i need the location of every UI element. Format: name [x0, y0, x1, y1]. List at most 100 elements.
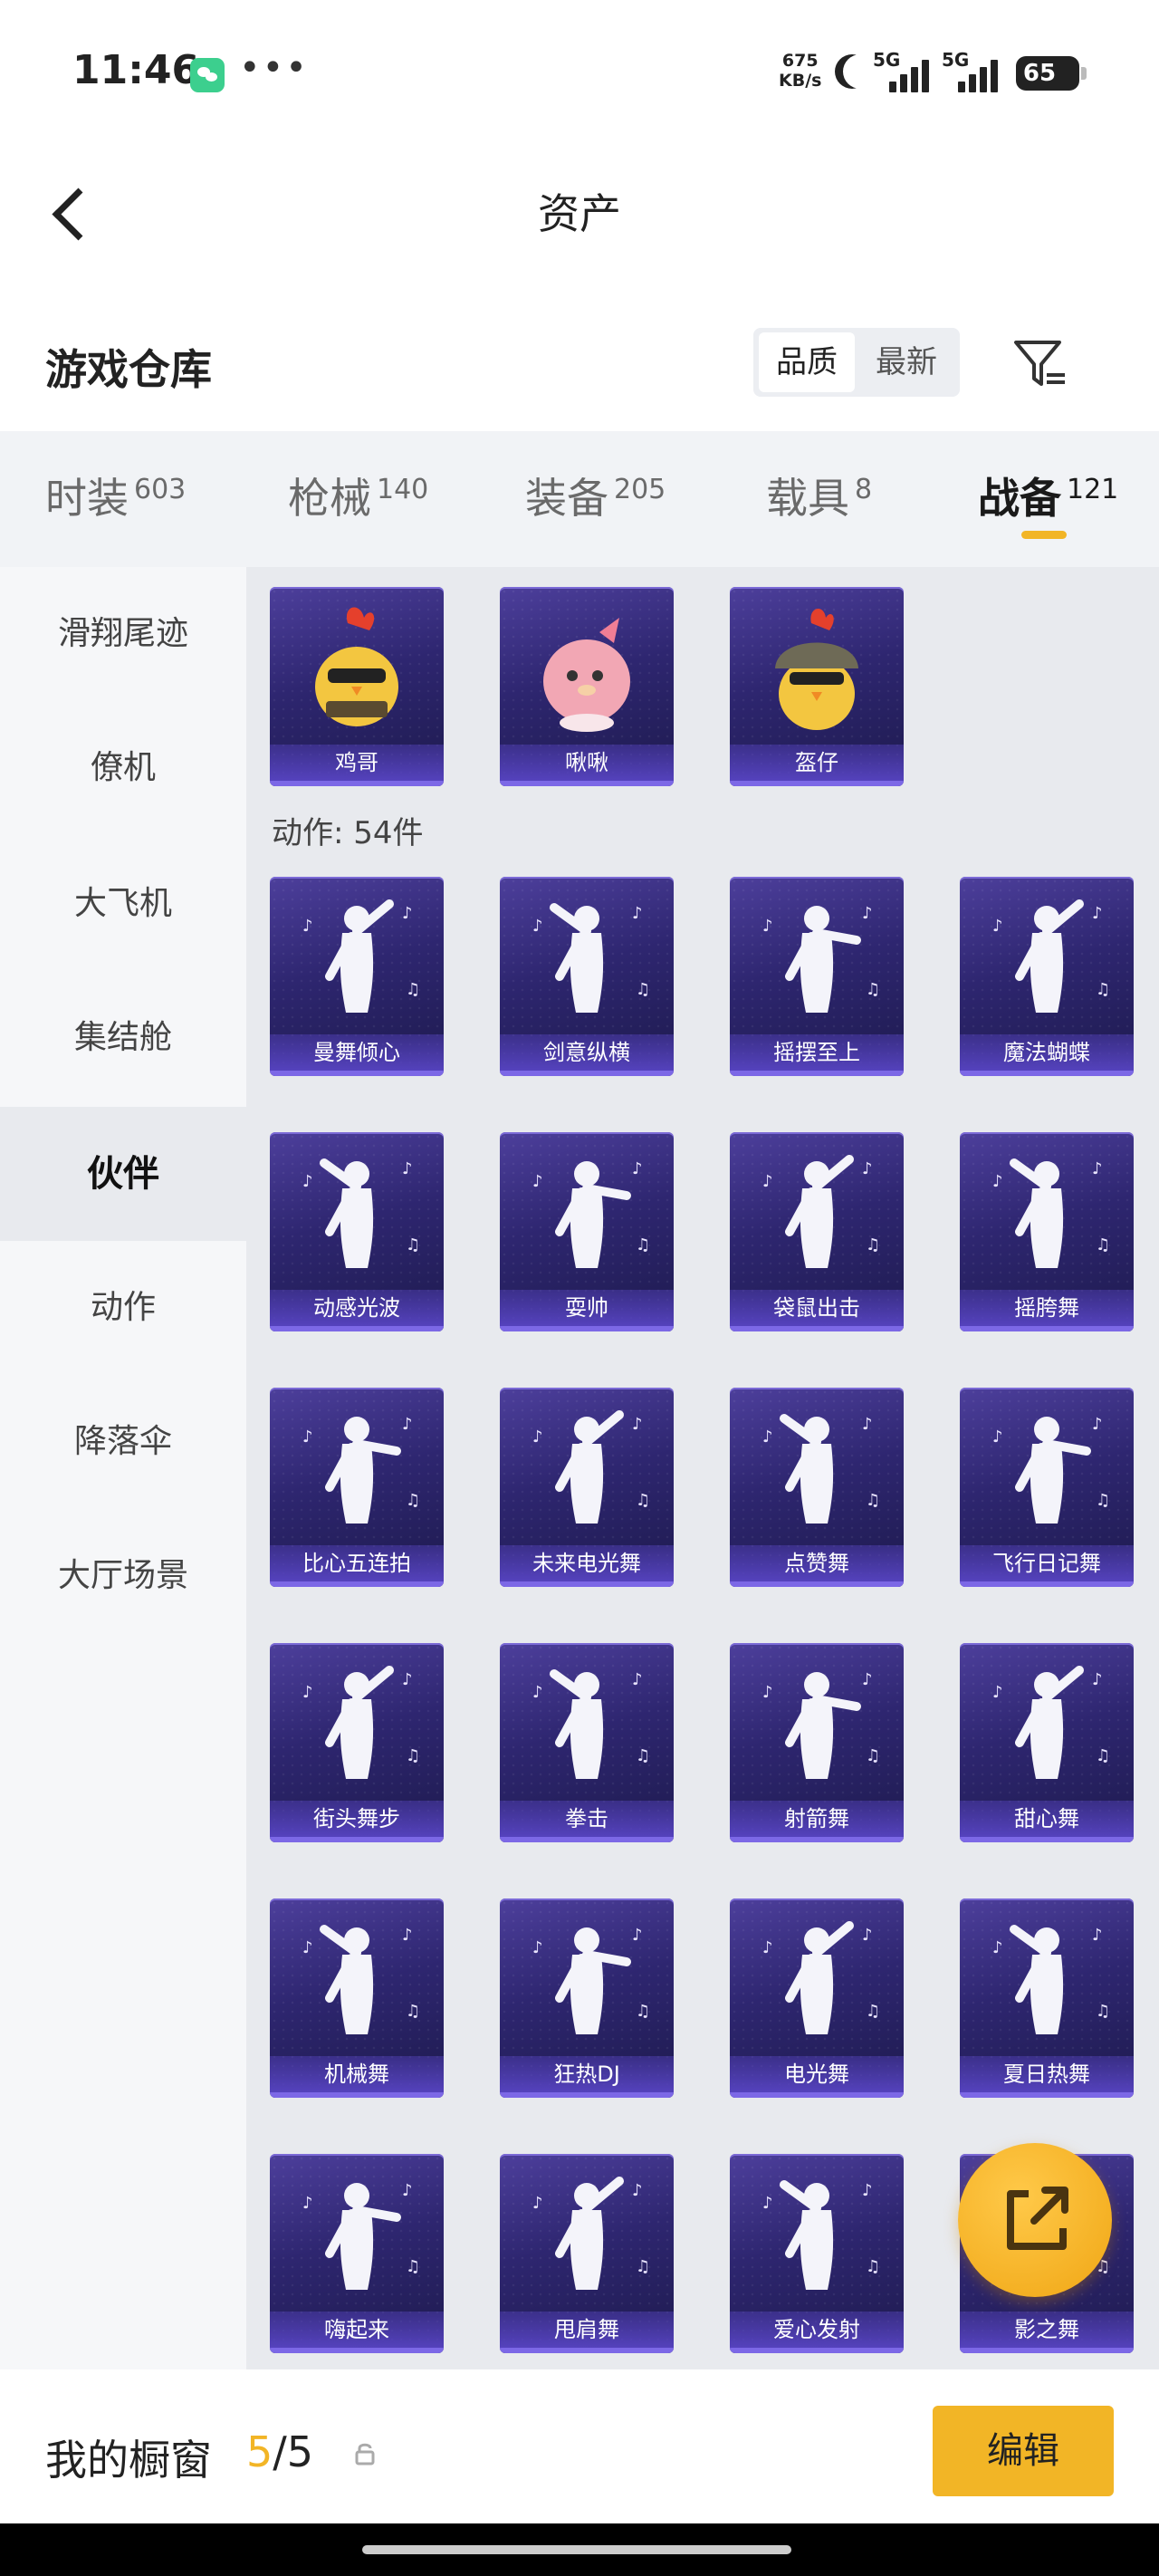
lock-icon	[353, 2442, 377, 2465]
svg-text:♫: ♫	[866, 1235, 880, 1254]
svg-text:♪: ♪	[632, 1159, 643, 1178]
emote-label: 耍帅	[500, 1290, 674, 1326]
emote-card[interactable]: ♪ ♪ ♫ 爱心发射	[730, 2154, 904, 2353]
dancer-silhouette-icon: ♪ ♪ ♫	[532, 1926, 650, 2034]
emote-card[interactable]: ♪ ♪ ♫ 夏日热舞	[960, 1898, 1134, 2098]
svg-text:♫: ♫	[866, 2002, 880, 2021]
edit-button[interactable]: 编辑	[933, 2406, 1114, 2496]
svg-text:♪: ♪	[402, 1670, 413, 1689]
emote-card[interactable]: ♪ ♪ ♫ 动感光波	[270, 1132, 444, 1331]
partner-card[interactable]: 盔仔	[730, 587, 904, 786]
tab-guns[interactable]: 枪械 140	[288, 466, 428, 529]
svg-text:♪: ♪	[302, 2194, 313, 2213]
emote-label: 甩肩舞	[500, 2312, 674, 2348]
emote-card[interactable]: ♪ ♪ ♫ 未来电光舞	[500, 1388, 674, 1587]
svg-text:♪: ♪	[992, 1683, 1003, 1702]
sidebar-item-partner[interactable]: 伙伴	[0, 1107, 246, 1241]
helmet-chicken-icon	[775, 608, 858, 730]
chicken-icon	[315, 607, 398, 726]
svg-text:♫: ♫	[406, 1235, 420, 1254]
svg-text:♫: ♫	[406, 2257, 420, 2276]
tab-vehicles[interactable]: 载具 8	[766, 466, 872, 529]
emote-label: 袋鼠出击	[730, 1290, 904, 1326]
svg-text:♪: ♪	[762, 1427, 773, 1447]
tab-combat-prep[interactable]: 战备 121	[978, 466, 1118, 529]
svg-text:♪: ♪	[402, 1415, 413, 1434]
svg-text:♪: ♪	[1092, 1670, 1103, 1689]
emote-card[interactable]: ♪ ♪ ♫ 甩肩舞	[500, 2154, 674, 2353]
emote-card[interactable]: ♪ ♪ ♫ 电光舞	[730, 1898, 904, 2098]
emote-card[interactable]: ♪ ♪ ♫ 耍帅	[500, 1132, 674, 1331]
svg-text:♪: ♪	[1092, 1159, 1103, 1178]
sidebar-item-parachute[interactable]: 降落伞	[0, 1375, 246, 1509]
showcase-count: 5/5	[246, 2427, 314, 2476]
dancer-silhouette-icon: ♪ ♪ ♫	[762, 1670, 880, 1779]
svg-text:♫: ♫	[1096, 1235, 1110, 1254]
sort-newest-button[interactable]: 最新	[858, 332, 954, 392]
emote-label: 比心五连拍	[270, 1545, 444, 1581]
sidebar-item-big-plane[interactable]: 大飞机	[0, 837, 246, 971]
emote-label: 电光舞	[730, 2056, 904, 2092]
emote-card[interactable]: ♪ ♪ ♫ 嗨起来	[270, 2154, 444, 2353]
partner-card[interactable]: 啾啾	[500, 587, 674, 786]
sidebar-item-rally-pod[interactable]: 集结舱	[0, 971, 246, 1105]
showcase-label: 我的橱窗	[45, 2436, 212, 2485]
emote-label: 射箭舞	[730, 1801, 904, 1837]
emote-card[interactable]: ♪ ♪ ♫ 摇摆至上	[730, 877, 904, 1076]
active-tab-indicator	[1021, 531, 1067, 539]
svg-text:♪: ♪	[862, 1415, 873, 1434]
emote-card[interactable]: ♪ ♪ ♫ 点赞舞	[730, 1388, 904, 1587]
emote-card[interactable]: ♪ ♪ ♫ 甜心舞	[960, 1643, 1134, 1842]
more-notifications-icon: •••	[239, 47, 309, 89]
category-tabs: 时装 603 枪械 140 装备 205 载具 8 战备 121	[0, 431, 1159, 567]
sidebar-item-wingman[interactable]: 僚机	[0, 701, 246, 835]
share-button[interactable]	[958, 2143, 1112, 2297]
emote-card[interactable]: ♪ ♪ ♫ 拳击	[500, 1643, 674, 1842]
svg-text:♫: ♫	[406, 1491, 420, 1510]
svg-text:♫: ♫	[866, 1491, 880, 1510]
emote-card[interactable]: ♪ ♪ ♫ 狂热DJ	[500, 1898, 674, 2098]
dancer-silhouette-icon: ♪ ♪ ♫	[302, 2181, 420, 2290]
emote-card[interactable]: ♪ ♪ ♫ 摇胯舞	[960, 1132, 1134, 1331]
sidebar-item-glide-trail[interactable]: 滑翔尾迹	[0, 567, 246, 701]
emote-card[interactable]: ♪ ♪ ♫ 射箭舞	[730, 1643, 904, 1842]
emote-label: 拳击	[500, 1801, 674, 1837]
svg-text:♪: ♪	[1092, 1926, 1103, 1945]
dancer-silhouette-icon: ♪ ♪ ♫	[762, 1921, 880, 2034]
svg-text:♪: ♪	[532, 1427, 543, 1447]
sort-quality-button[interactable]: 品质	[759, 332, 855, 392]
partner-label: 鸡哥	[270, 745, 444, 781]
emote-card[interactable]: ♪ ♪ ♫ 剑意纵横	[500, 877, 674, 1076]
emote-card[interactable]: ♪ ♪ ♫ 飞行日记舞	[960, 1388, 1134, 1587]
svg-text:♪: ♪	[862, 1926, 873, 1945]
svg-text:♫: ♫	[636, 1746, 650, 1765]
partner-card[interactable]: 鸡哥	[270, 587, 444, 786]
svg-text:♫: ♫	[1096, 1491, 1110, 1510]
tab-fashion[interactable]: 时装 603	[45, 466, 186, 529]
filter-icon[interactable]	[1011, 335, 1068, 393]
emote-label: 曼舞倾心	[270, 1034, 444, 1071]
sidebar-item-emote[interactable]: 动作	[0, 1241, 246, 1375]
sidebar-item-lobby-scene[interactable]: 大厅场景	[0, 1509, 246, 1643]
emote-label: 点赞舞	[730, 1545, 904, 1581]
svg-text:♪: ♪	[402, 1159, 413, 1178]
svg-text:♫: ♫	[1096, 1746, 1110, 1765]
emote-card[interactable]: ♪ ♪ ♫ 曼舞倾心	[270, 877, 444, 1076]
svg-text:♫: ♫	[866, 1746, 880, 1765]
emote-card[interactable]: ♪ ♪ ♫ 机械舞	[270, 1898, 444, 2098]
emote-card[interactable]: ♪ ♪ ♫ 袋鼠出击	[730, 1132, 904, 1331]
status-time: 11:46	[72, 47, 200, 93]
sort-toggle: 品质 最新	[753, 328, 960, 397]
dancer-silhouette-icon: ♪ ♪ ♫	[762, 2180, 880, 2290]
dancer-silhouette-icon: ♪ ♪ ♫	[532, 1410, 650, 1523]
emote-card[interactable]: ♪ ♪ ♫ 街头舞步	[270, 1643, 444, 1842]
dancer-silhouette-icon: ♪ ♪ ♫	[532, 1159, 650, 1268]
emote-card[interactable]: ♪ ♪ ♫ 魔法蝴蝶	[960, 877, 1134, 1076]
svg-text:♪: ♪	[402, 2181, 413, 2200]
svg-text:♫: ♫	[636, 2002, 650, 2021]
svg-text:♪: ♪	[632, 904, 643, 923]
tab-equipment[interactable]: 装备 205	[525, 466, 666, 529]
svg-text:♪: ♪	[762, 1938, 773, 1957]
home-indicator[interactable]	[362, 2545, 791, 2554]
emote-card[interactable]: ♪ ♪ ♫ 比心五连拍	[270, 1388, 444, 1587]
